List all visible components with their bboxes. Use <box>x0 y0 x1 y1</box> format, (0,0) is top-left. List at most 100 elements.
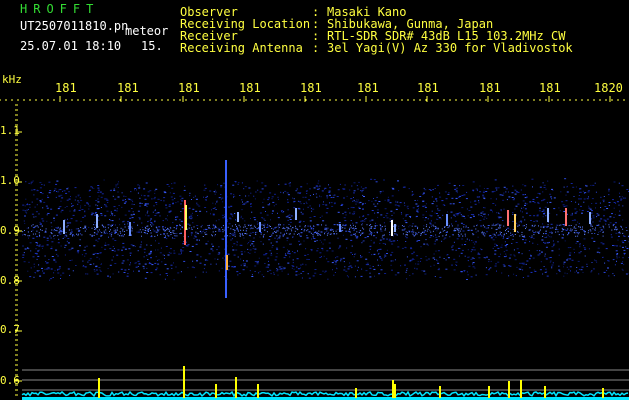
noise-pixel <box>562 204 565 206</box>
noise-pixel <box>524 242 527 244</box>
noise-pixel <box>581 212 583 214</box>
noise-pixel <box>254 248 257 250</box>
noise-pixel <box>546 270 548 272</box>
carrier-pixel <box>240 229 242 231</box>
carrier-pixel <box>146 225 148 227</box>
noise-pixel <box>386 212 389 214</box>
carrier-pixel <box>555 226 557 228</box>
noise-pixel <box>113 228 115 230</box>
noise-pixel <box>42 220 45 222</box>
noise-pixel <box>77 200 79 202</box>
noise-pixel <box>80 199 83 201</box>
noise-pixel <box>599 227 602 229</box>
noise-pixel <box>349 265 352 267</box>
noise-pixel <box>513 273 515 275</box>
noise-pixel <box>196 260 198 262</box>
noise-pixel <box>69 222 72 224</box>
carrier-pixel <box>602 235 604 237</box>
carrier-pixel <box>77 228 79 230</box>
noise-pixel <box>453 269 456 271</box>
carrier-pixel <box>622 232 624 234</box>
noise-pixel <box>300 232 303 234</box>
carrier-pixel <box>401 225 403 227</box>
carrier-pixel <box>94 226 95 228</box>
noise-pixel <box>196 225 199 226</box>
carrier-pixel <box>405 234 407 236</box>
carrier-pixel <box>292 227 294 229</box>
noise-pixel <box>99 252 102 254</box>
noise-pixel <box>88 205 91 207</box>
noise-pixel <box>267 264 270 266</box>
noise-pixel <box>339 246 341 248</box>
noise-pixel <box>579 244 581 246</box>
noise-pixel <box>212 213 215 215</box>
noise-pixel <box>301 277 303 279</box>
noise-pixel <box>214 189 216 191</box>
carrier-pixel <box>580 228 582 230</box>
noise-pixel <box>289 185 291 187</box>
noise-pixel <box>522 184 524 186</box>
carrier-pixel <box>207 225 209 227</box>
noise-pixel <box>87 261 89 263</box>
noise-pixel <box>269 203 271 205</box>
noise-pixel <box>480 212 483 214</box>
noise-pixel <box>164 278 166 280</box>
noise-pixel <box>442 214 444 216</box>
noise-pixel <box>237 256 239 258</box>
noise-pixel <box>420 246 422 248</box>
noise-pixel <box>353 190 356 192</box>
noise-pixel <box>191 245 194 247</box>
carrier-pixel <box>589 229 591 231</box>
noise-pixel <box>548 257 550 259</box>
noise-pixel <box>506 244 509 245</box>
noise-pixel <box>579 188 582 190</box>
carrier-pixel <box>446 234 447 236</box>
noise-pixel <box>455 190 458 192</box>
carrier-pixel <box>542 235 544 237</box>
noise-pixel <box>531 178 534 180</box>
noise-pixel <box>596 213 598 215</box>
carrier-pixel <box>459 230 461 232</box>
noise-pixel <box>520 210 522 212</box>
noise-pixel <box>204 207 207 208</box>
noise-pixel <box>542 273 544 275</box>
carrier-pixel <box>319 234 321 236</box>
carrier-pixel <box>67 225 69 227</box>
noise-pixel <box>591 210 593 212</box>
carrier-pixel <box>223 229 225 231</box>
noise-pixel <box>574 271 576 273</box>
noise-pixel <box>158 229 161 231</box>
noise-pixel <box>233 266 236 268</box>
noise-pixel <box>545 215 547 217</box>
noise-pixel <box>39 221 41 223</box>
noise-pixel <box>344 225 347 227</box>
carrier-pixel <box>612 225 614 227</box>
noise-pixel <box>383 222 385 224</box>
noise-pixel <box>323 201 324 203</box>
noise-pixel <box>266 227 269 228</box>
noise-pixel <box>29 242 32 244</box>
noise-pixel <box>187 267 189 269</box>
carrier-pixel <box>321 224 322 226</box>
noise-pixel <box>137 184 140 186</box>
noise-pixel <box>350 206 353 208</box>
carrier-pixel <box>51 229 53 231</box>
noise-pixel <box>389 202 392 204</box>
noise-pixel <box>216 201 218 203</box>
noise-pixel <box>472 263 474 265</box>
carrier-pixel <box>592 228 594 230</box>
noise-pixel <box>238 273 241 274</box>
noise-pixel <box>395 208 398 210</box>
noise-pixel <box>307 206 309 208</box>
noise-pixel <box>522 200 525 202</box>
noise-pixel <box>121 192 123 194</box>
noise-pixel <box>507 227 510 229</box>
noise-pixel <box>250 244 251 246</box>
noise-pixel <box>182 243 185 245</box>
noise-pixel <box>551 266 553 267</box>
noise-pixel <box>470 214 473 215</box>
noise-pixel <box>517 203 520 205</box>
noise-pixel <box>141 222 143 224</box>
noise-pixel <box>195 198 198 200</box>
carrier-pixel <box>295 225 296 227</box>
